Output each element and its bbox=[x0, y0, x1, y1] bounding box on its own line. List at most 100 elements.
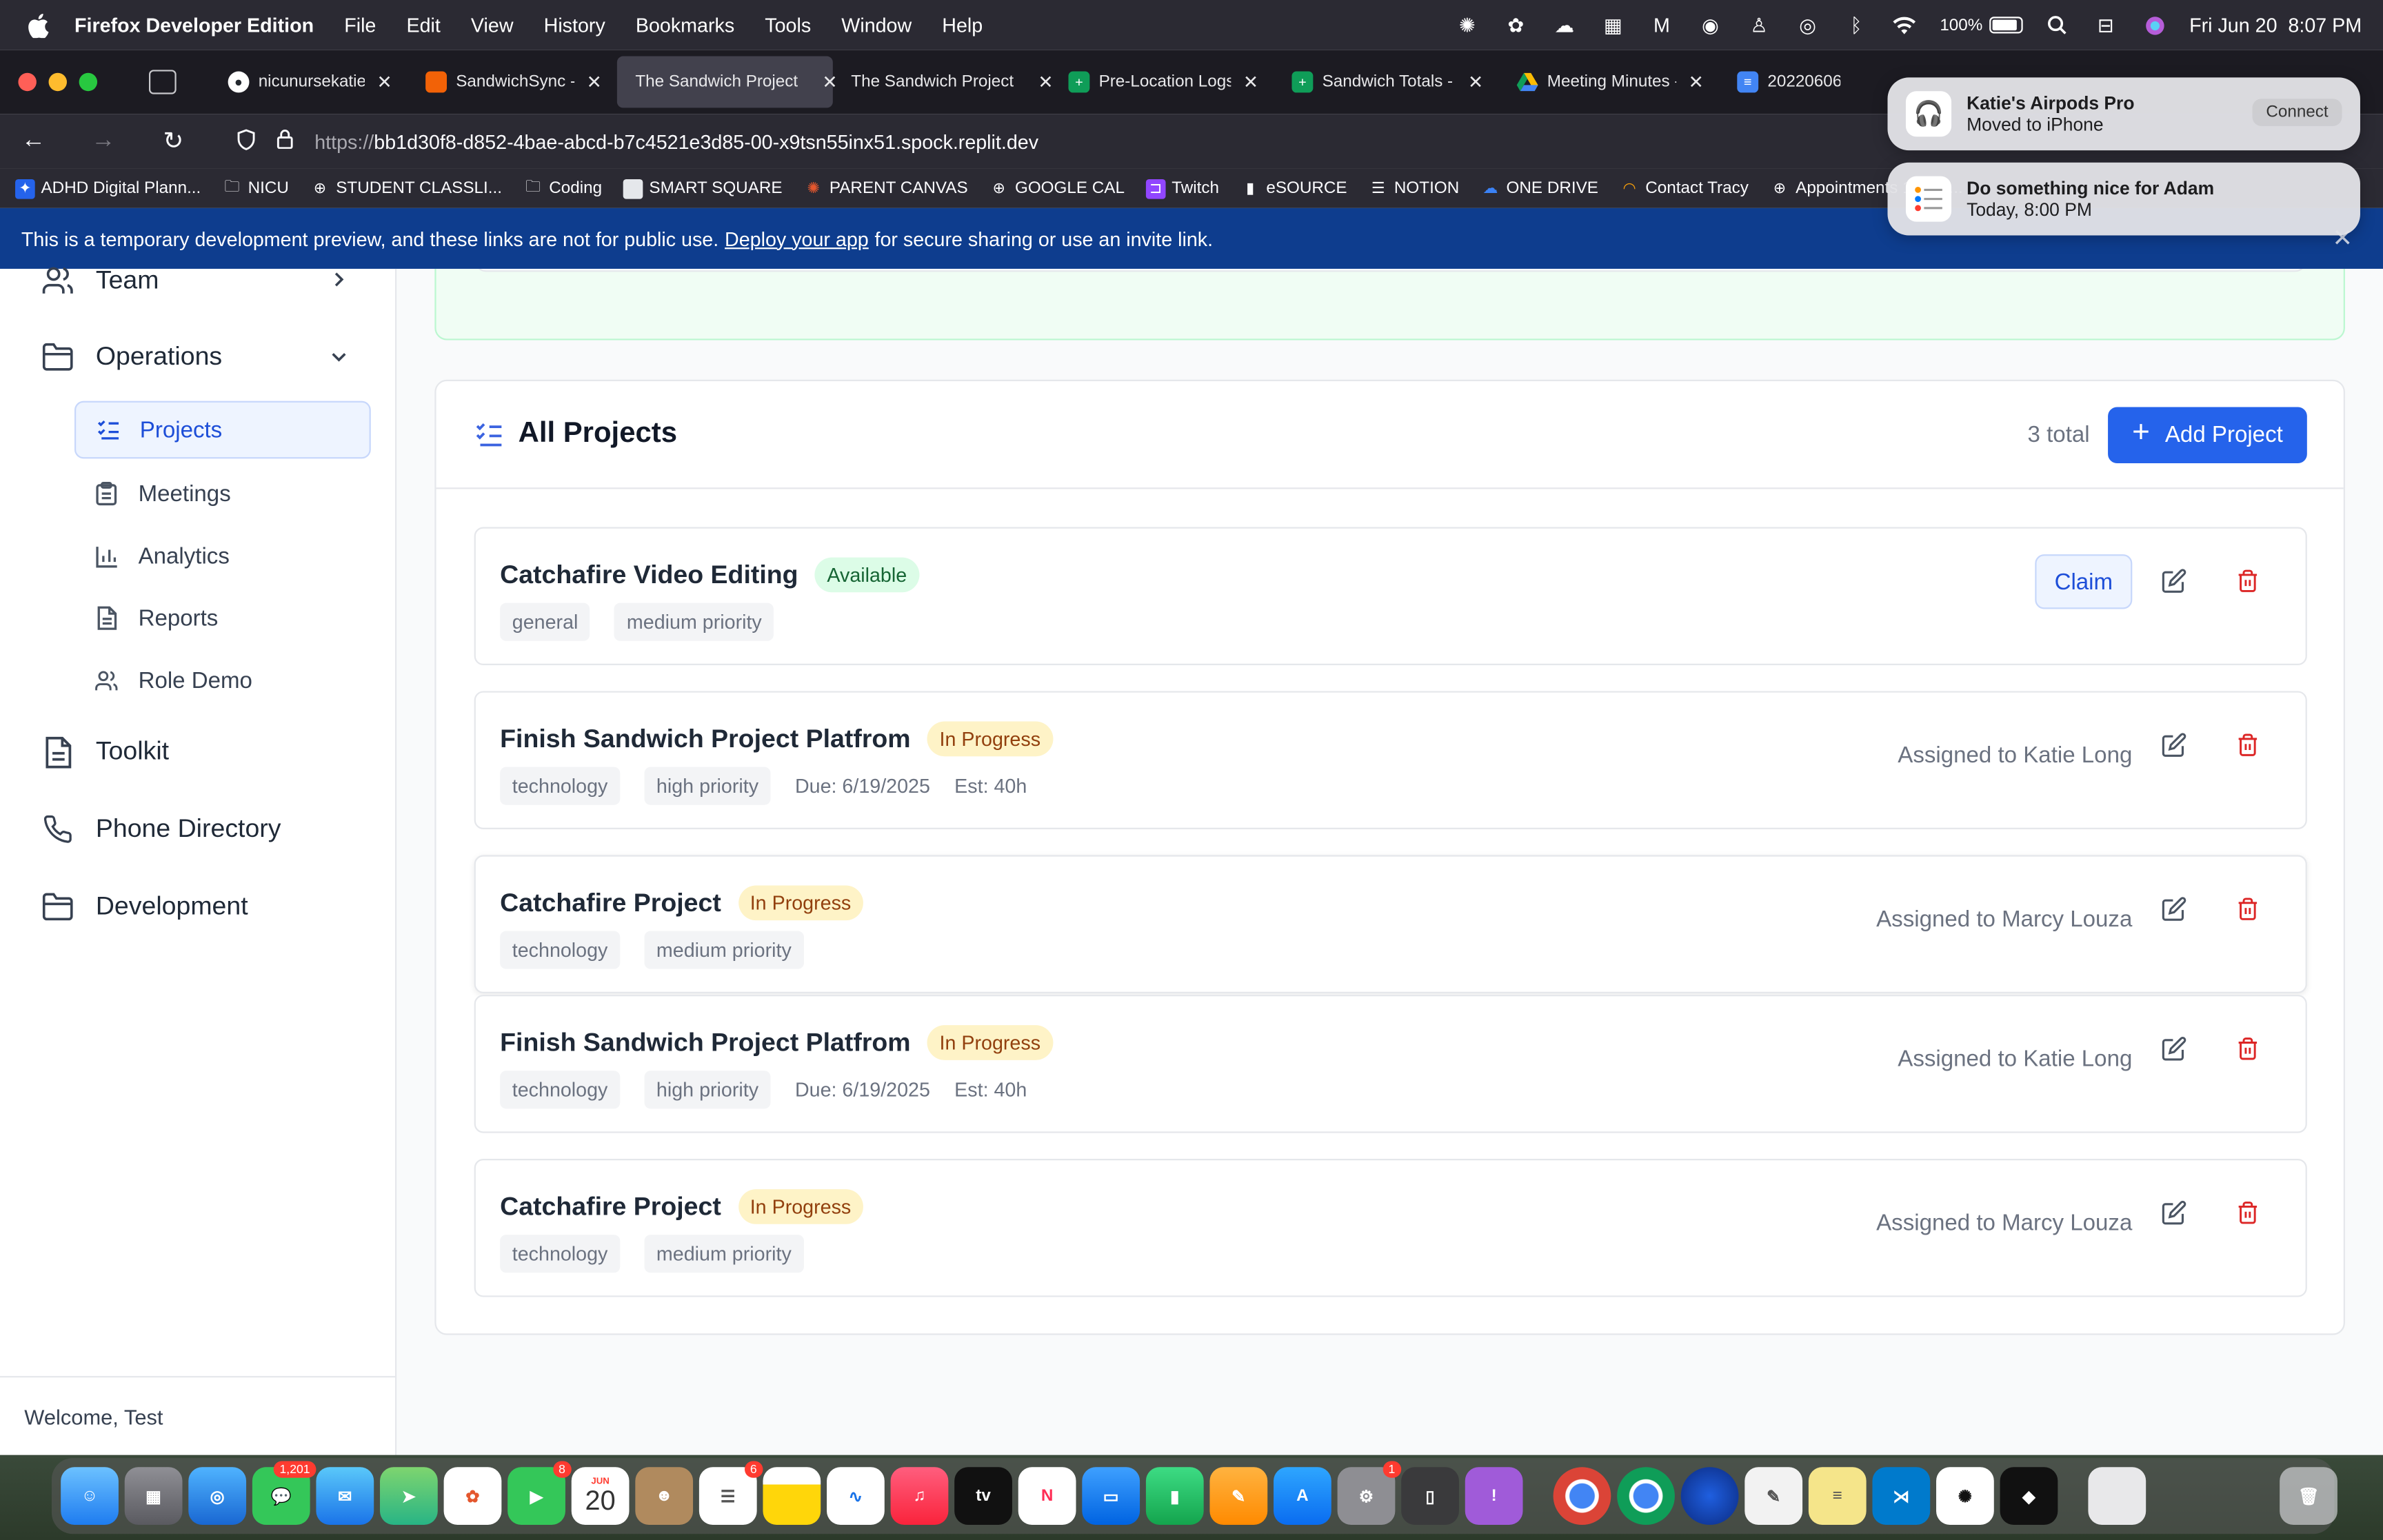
url-bar[interactable]: https:// bb1d30f8-d852-4bae-abcd-b7c4521… bbox=[237, 120, 1038, 163]
messages-icon[interactable]: 💬 1,201 bbox=[252, 1461, 316, 1526]
news-icon[interactable]: N bbox=[1018, 1467, 1076, 1526]
vscode-icon[interactable]: ⋊ bbox=[1872, 1467, 1931, 1526]
shield-icon[interactable] bbox=[237, 128, 255, 154]
notification-reminder[interactable]: Do something nice for Adam Today, 8:00 P… bbox=[1887, 162, 2360, 236]
bookmark-esource[interactable]: ▮ eSOURCE bbox=[1240, 179, 1347, 199]
bookmark-coding[interactable]: 🗀 Coding bbox=[523, 179, 602, 199]
bookmark-google-cal[interactable]: ⊕ GOOGLE CAL bbox=[989, 179, 1125, 199]
tab-sandwich-totals[interactable]: + Sandwich Totals - G ✕ bbox=[1274, 57, 1498, 108]
freeform-icon[interactable]: ∿ bbox=[827, 1467, 885, 1526]
feedback-icon[interactable]: ! bbox=[1465, 1467, 1523, 1526]
menu-file[interactable]: File bbox=[344, 14, 376, 37]
airplay-status-icon[interactable]: ◎ bbox=[1794, 12, 1822, 39]
chatgpt-icon[interactable]: ✺ bbox=[1936, 1467, 1994, 1526]
calendar-icon[interactable]: JUN 20 bbox=[571, 1467, 630, 1526]
sidebar-item-team[interactable]: Team bbox=[41, 264, 159, 297]
flower-status-icon[interactable]: ✿ bbox=[1502, 12, 1530, 39]
sidebar-item-role-demo[interactable]: Role Demo bbox=[74, 651, 371, 709]
keynote-icon[interactable]: ▭ bbox=[1082, 1467, 1140, 1526]
claim-button[interactable]: Claim bbox=[2035, 554, 2133, 609]
person-status-icon[interactable]: ♙ bbox=[1745, 12, 1773, 39]
iphone-mirroring-icon[interactable]: ▯ bbox=[1401, 1467, 1459, 1526]
menu-history[interactable]: History bbox=[544, 14, 605, 37]
wifi-icon[interactable] bbox=[1891, 12, 1919, 39]
music-icon[interactable]: ♫ bbox=[890, 1467, 949, 1526]
deploy-app-link[interactable]: Deploy your app bbox=[725, 227, 869, 250]
tab-sandwich-project-active[interactable]: The Sandwich Project ✕ bbox=[616, 56, 838, 108]
bookmark-notion[interactable]: ☰ NOTION bbox=[1368, 179, 1459, 199]
siri-icon[interactable] bbox=[2141, 12, 2169, 39]
reminders-dock-icon[interactable]: ☰ 6 bbox=[698, 1461, 763, 1526]
menu-edit[interactable]: Edit bbox=[406, 14, 440, 37]
launchpad-icon[interactable]: ▦ bbox=[124, 1467, 183, 1526]
edit-icon[interactable] bbox=[2161, 896, 2189, 924]
project-card[interactable]: Catchafire Video Editing Available gener… bbox=[474, 527, 2307, 666]
chevron-right-icon[interactable] bbox=[330, 269, 348, 293]
chrome-icon[interactable] bbox=[1553, 1467, 1611, 1526]
app-name-menu[interactable]: Firefox Developer Edition bbox=[74, 14, 314, 37]
m-status-icon[interactable]: M bbox=[1648, 12, 1676, 39]
close-tab-icon[interactable]: ✕ bbox=[1689, 72, 1704, 93]
maximize-window-button[interactable] bbox=[79, 72, 98, 92]
add-project-button[interactable]: + Add Project bbox=[2108, 407, 2307, 463]
tab-replit[interactable]: SandwichSync - Re ✕ bbox=[408, 57, 617, 108]
chrome-alt-icon[interactable] bbox=[1617, 1467, 1675, 1526]
bluetooth-icon[interactable]: ᛒ bbox=[1842, 12, 1870, 39]
search-icon[interactable] bbox=[2044, 12, 2071, 39]
pages-icon[interactable]: ✎ bbox=[1209, 1467, 1268, 1526]
mail-icon[interactable]: ✉ bbox=[316, 1467, 374, 1526]
forward-arrow-icon[interactable]: → bbox=[88, 128, 119, 155]
sidebar-item-reports[interactable]: Reports bbox=[74, 589, 371, 647]
close-tab-icon[interactable]: ✕ bbox=[1243, 72, 1258, 93]
numbers-icon[interactable]: ▮ bbox=[1145, 1467, 1204, 1526]
project-card[interactable]: Catchafire Project In Progress technolog… bbox=[474, 855, 2307, 993]
contacts-icon[interactable]: ☻ bbox=[635, 1467, 694, 1526]
edit-icon[interactable] bbox=[2161, 732, 2189, 760]
minimize-window-button[interactable] bbox=[48, 72, 67, 92]
project-card[interactable]: Catchafire Project In Progress technolog… bbox=[474, 1159, 2307, 1297]
tab-sandwich-project[interactable]: The Sandwich Project ✕ bbox=[833, 57, 1053, 108]
bookmark-student-classlist[interactable]: ⊕ STUDENT CLASSLI... bbox=[310, 179, 502, 199]
safari-icon[interactable]: ◎ bbox=[188, 1467, 247, 1526]
cloud-status-icon[interactable]: ☁ bbox=[1551, 12, 1578, 39]
trash-icon[interactable] bbox=[2235, 1200, 2263, 1228]
system-settings-icon[interactable]: ⚙ 1 bbox=[1337, 1461, 1402, 1526]
finder-icon[interactable]: ☺ bbox=[61, 1467, 119, 1526]
trash-dock-icon[interactable]: 🗑 bbox=[2280, 1467, 2337, 1526]
trash-icon[interactable] bbox=[2235, 568, 2263, 596]
sidebar-item-projects[interactable]: Projects bbox=[74, 401, 371, 459]
downloads-stack-icon[interactable] bbox=[2088, 1467, 2146, 1526]
stickies-icon[interactable]: ≡ bbox=[1808, 1467, 1867, 1526]
menu-view[interactable]: View bbox=[471, 14, 514, 37]
circle-status-icon[interactable]: ◉ bbox=[1697, 12, 1725, 39]
tab-github[interactable]: ● nicunursekatie/inbo ✕ bbox=[210, 57, 408, 108]
firefox-dev-icon[interactable] bbox=[1680, 1467, 1739, 1526]
menu-window[interactable]: Window bbox=[841, 14, 912, 37]
trash-icon[interactable] bbox=[2235, 732, 2263, 760]
menu-help[interactable]: Help bbox=[942, 14, 983, 37]
notification-airpods[interactable]: 🎧 Katie's Airpods Pro Moved to iPhone Co… bbox=[1887, 77, 2360, 151]
bookmark-smart-square[interactable]: SMART SQUARE bbox=[623, 178, 783, 199]
close-tab-icon[interactable]: ✕ bbox=[587, 72, 602, 93]
tab-docs-20220606[interactable]: ≡ 20220606 bbox=[1719, 57, 1840, 108]
lock-icon[interactable] bbox=[276, 129, 293, 153]
textedit-icon[interactable]: ✎ bbox=[1744, 1467, 1803, 1526]
cursor-icon[interactable]: ◆ bbox=[2000, 1467, 2058, 1526]
project-card[interactable]: Finish Sandwich Project Platfrom In Prog… bbox=[474, 691, 2307, 829]
close-tab-icon[interactable]: ✕ bbox=[376, 72, 392, 93]
grid-status-icon[interactable]: ▦ bbox=[1600, 12, 1627, 39]
chatgpt-status-icon[interactable]: ✺ bbox=[1454, 12, 1481, 39]
reload-icon[interactable]: ↻ bbox=[158, 126, 188, 156]
menu-tools[interactable]: Tools bbox=[765, 14, 811, 37]
tab-meeting-minutes[interactable]: Meeting Minutes - T ✕ bbox=[1498, 57, 1719, 108]
facetime-icon[interactable]: ▶ 8 bbox=[507, 1461, 572, 1526]
sidebar-item-operations[interactable]: Operations bbox=[41, 341, 223, 374]
sidebar-item-phone-directory[interactable]: Phone Directory bbox=[41, 813, 281, 846]
photos-icon[interactable]: ✿ bbox=[443, 1467, 502, 1526]
bookmark-one-drive[interactable]: ☁ ONE DRIVE bbox=[1480, 179, 1598, 199]
sidebar-item-meetings[interactable]: Meetings bbox=[74, 465, 371, 523]
sidebar-item-analytics[interactable]: Analytics bbox=[74, 527, 371, 585]
back-arrow-icon[interactable]: ← bbox=[18, 128, 48, 155]
control-center-icon[interactable]: ⊟ bbox=[2092, 12, 2120, 39]
close-tab-icon[interactable]: ✕ bbox=[1468, 72, 1483, 93]
